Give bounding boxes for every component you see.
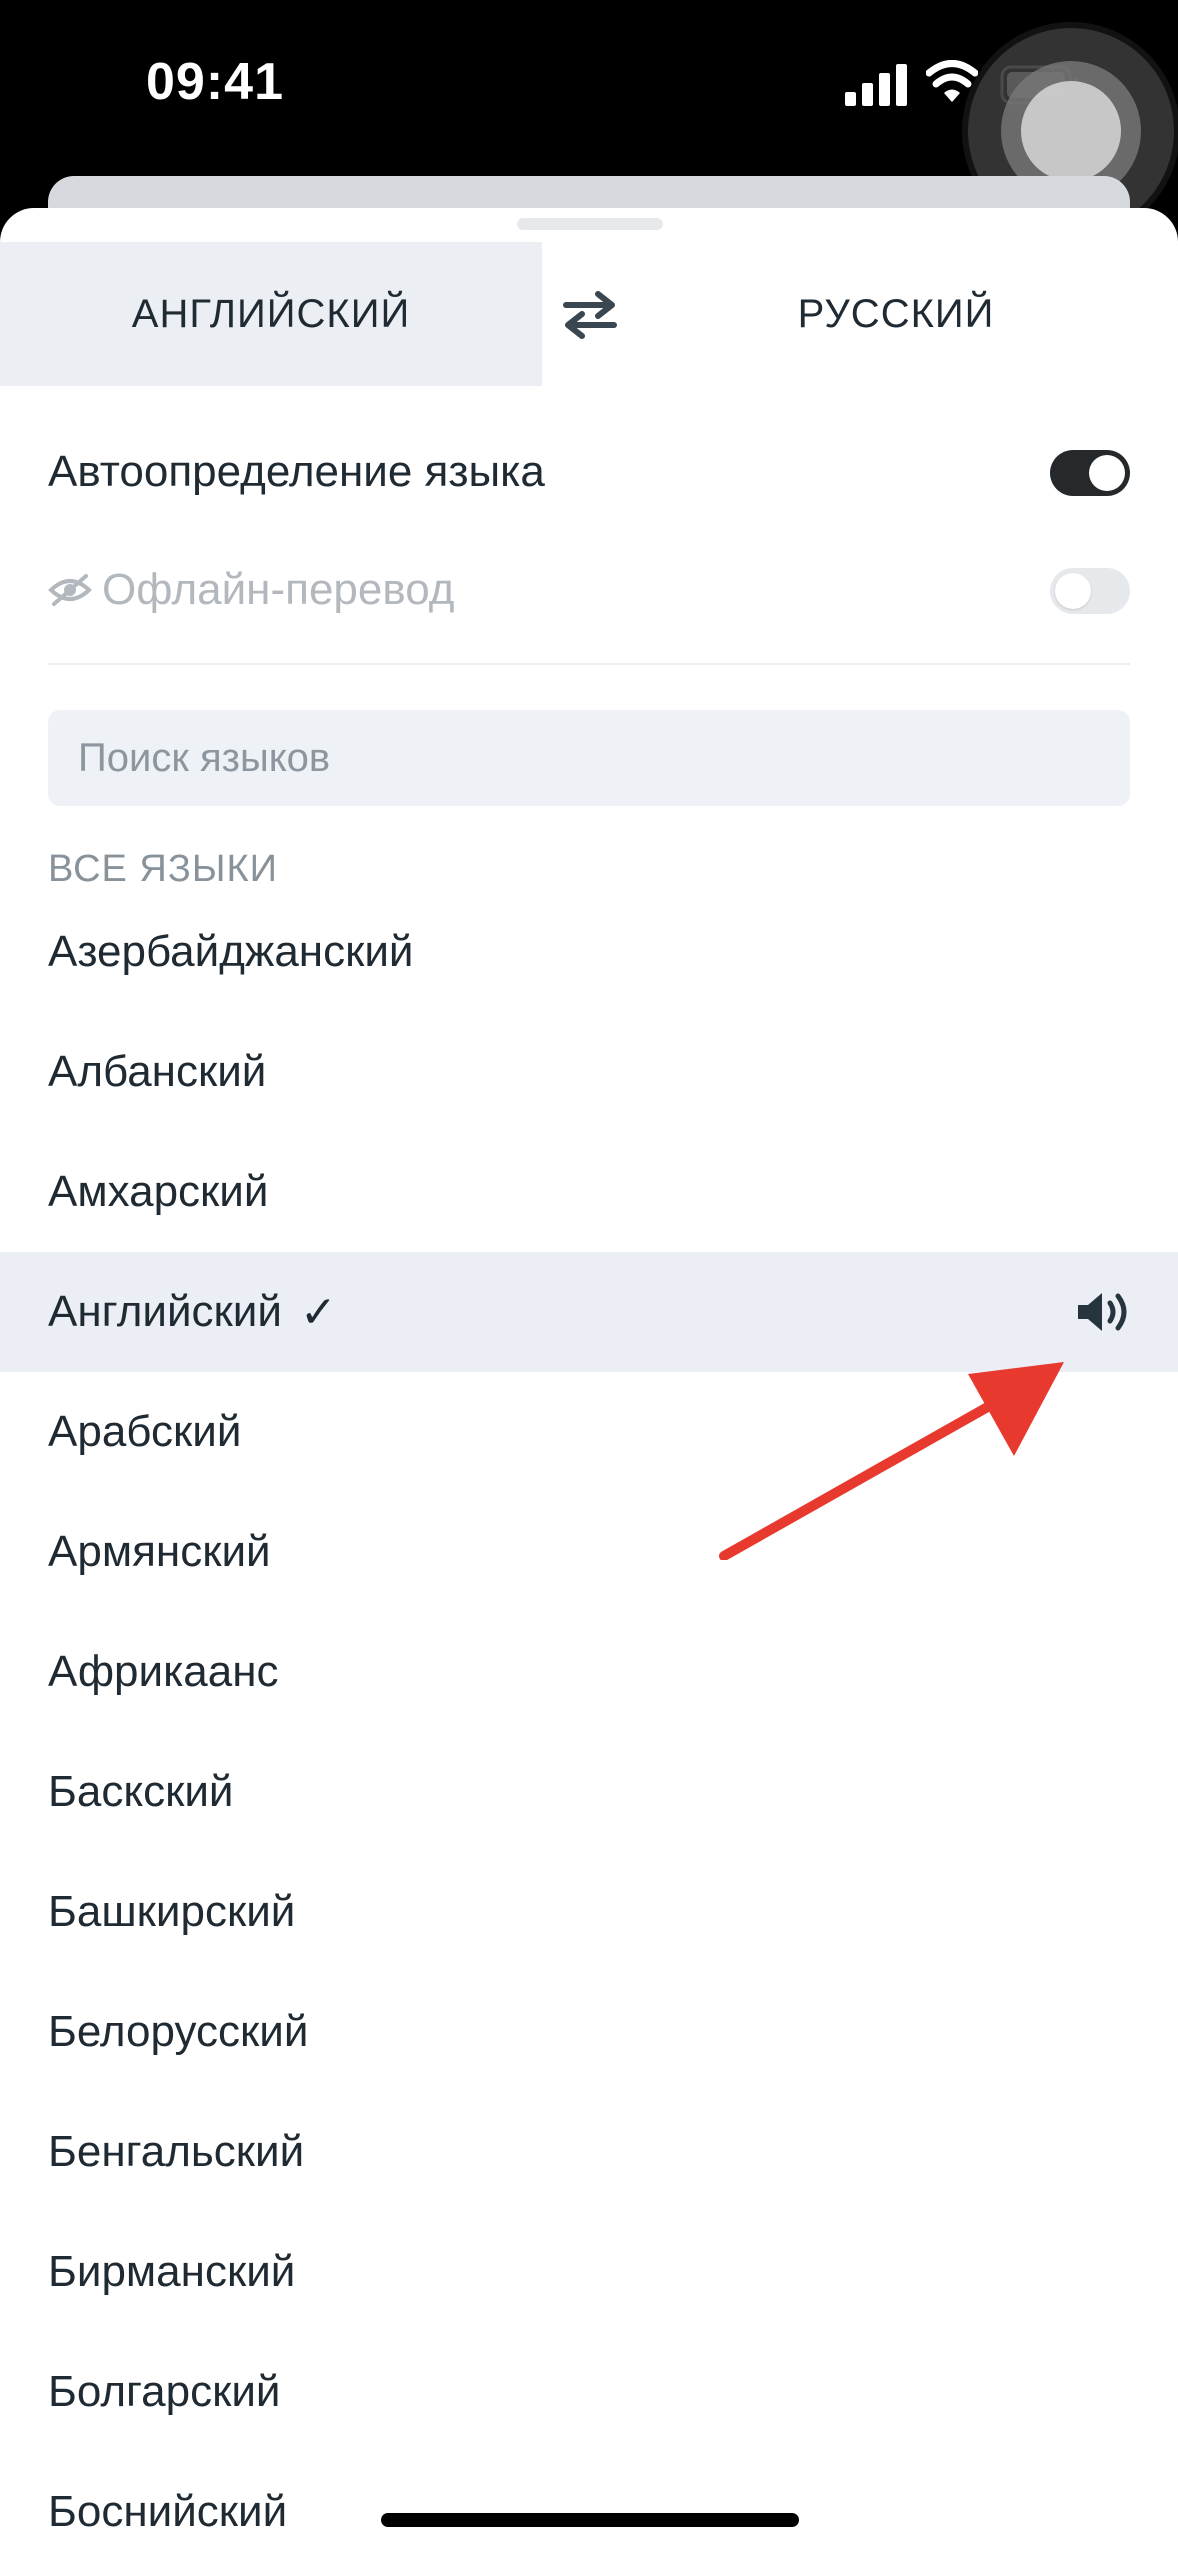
home-indicator[interactable] [381, 2513, 799, 2527]
language-name: Боснийский [48, 2487, 288, 2536]
list-item[interactable]: Боснийский [0, 2452, 1178, 2556]
list-item[interactable]: Бенгальский [0, 2092, 1178, 2212]
language-name: Бенгальский [48, 2127, 305, 2176]
list-item[interactable]: Амхарский [0, 1132, 1178, 1252]
language-name: Бирманский [48, 2247, 296, 2296]
offline-translation-row: Офлайн-перевод [48, 540, 1130, 640]
language-name: Африкаанс [48, 1647, 279, 1696]
language-name: Амхарский [48, 1167, 269, 1216]
language-name: Азербайджанский [48, 927, 414, 976]
language-name: Башкирский [48, 1887, 296, 1936]
toggle-knob [1089, 455, 1125, 491]
wifi-icon [926, 60, 978, 102]
offline-translation-toggle[interactable] [1050, 568, 1130, 614]
autodetect-row: Автоопределение языка [48, 422, 1130, 522]
list-item[interactable]: Африкаанс [0, 1612, 1178, 1732]
list-item[interactable]: Бирманский [0, 2212, 1178, 2332]
autodetect-toggle[interactable] [1050, 450, 1130, 496]
divider [48, 663, 1130, 665]
language-name: Албанский [48, 1047, 267, 1096]
toggle-knob [1055, 573, 1091, 609]
status-bar: 09:41 [0, 0, 1178, 234]
language-name: Белорусский [48, 2007, 309, 2056]
language-name: Английский [48, 1287, 282, 1336]
annotation-arrow [719, 1362, 1064, 1560]
list-item[interactable]: Баскский [0, 1732, 1178, 1852]
search-placeholder: Поиск языков [78, 735, 331, 780]
speaker-icon[interactable] [1076, 1290, 1134, 1334]
offline-eye-crossed-icon [48, 574, 92, 606]
source-language-tab[interactable]: АНГЛИЙСКИЙ [0, 242, 542, 386]
cellular-signal-icon [845, 64, 907, 106]
target-language-tab[interactable]: РУССКИЙ [640, 242, 1152, 386]
list-item[interactable]: Башкирский [0, 1852, 1178, 1972]
language-name: Болгарский [48, 2367, 281, 2416]
swap-arrows-icon[interactable] [562, 290, 618, 340]
list-item[interactable]: Азербайджанский [0, 892, 1178, 1012]
list-item[interactable]: Болгарский [0, 2332, 1178, 2452]
offline-translation-label: Офлайн-перевод [102, 565, 455, 614]
status-time: 09:41 [146, 53, 284, 111]
list-item[interactable]: Албанский [0, 1012, 1178, 1132]
language-search-input[interactable]: Поиск языков [48, 710, 1130, 806]
source-language-label: АНГЛИЙСКИЙ [131, 291, 411, 336]
list-item[interactable]: Белорусский [0, 1972, 1178, 2092]
list-item-selected[interactable]: Английский ✓ [0, 1252, 1178, 1372]
language-name: Баскский [48, 1767, 234, 1816]
target-language-label: РУССКИЙ [797, 291, 995, 336]
sheet-grabber[interactable] [517, 218, 663, 230]
language-name: Арабский [48, 1407, 242, 1456]
checkmark-icon: ✓ [299, 1287, 337, 1337]
autodetect-label: Автоопределение языка [48, 447, 545, 496]
language-name: Армянский [48, 1527, 271, 1576]
section-header-all-languages: ВСЕ ЯЗЫКИ [48, 848, 278, 890]
language-bar: АНГЛИЙСКИЙ РУССКИЙ [0, 242, 1178, 386]
language-list: Азербайджанский Албанский Амхарский Англ… [0, 892, 1178, 2556]
